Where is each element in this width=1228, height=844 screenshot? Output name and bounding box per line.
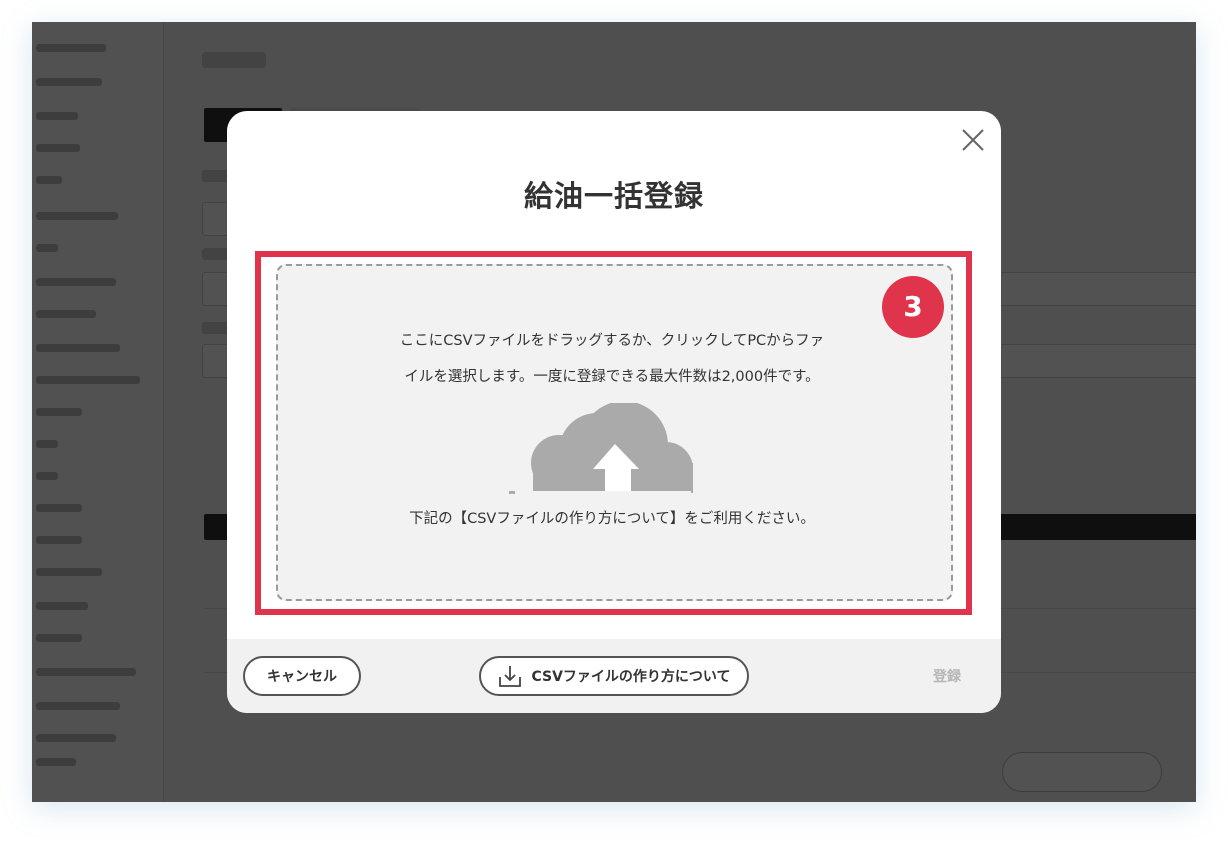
cloud-upload-icon xyxy=(509,403,693,495)
close-icon xyxy=(962,129,984,151)
cancel-button[interactable]: キャンセル xyxy=(243,656,361,696)
close-button[interactable] xyxy=(959,126,987,154)
download-icon xyxy=(497,663,523,689)
step-badge: 3 xyxy=(882,276,944,338)
dropzone-instruction-line-3: 下記の【CSVファイルの作り方について】をご利用ください。 xyxy=(409,511,815,527)
register-button[interactable]: 登録 xyxy=(917,666,977,686)
dialog-title: 給油一括登録 xyxy=(523,179,704,213)
dropzone-instruction-line-1: ここにCSVファイルをドラッグするか、クリックしてPCからファ xyxy=(399,333,825,349)
csv-howto-label: CSVファイルの作り方について xyxy=(531,669,731,685)
dropzone-instruction-line-2: イルを選択します。一度に登録できる最大件数は2,000件です。 xyxy=(404,369,820,385)
csv-howto-button[interactable]: CSVファイルの作り方について xyxy=(479,656,749,696)
bulk-refuel-registration-dialog: 給油一括登録 3 ここにCSVファイルをドラッグするか、クリックしてPCからファ… xyxy=(227,111,1001,713)
dialog-footer: キャンセル CSVファイルの作り方について 登録 xyxy=(227,639,1001,713)
